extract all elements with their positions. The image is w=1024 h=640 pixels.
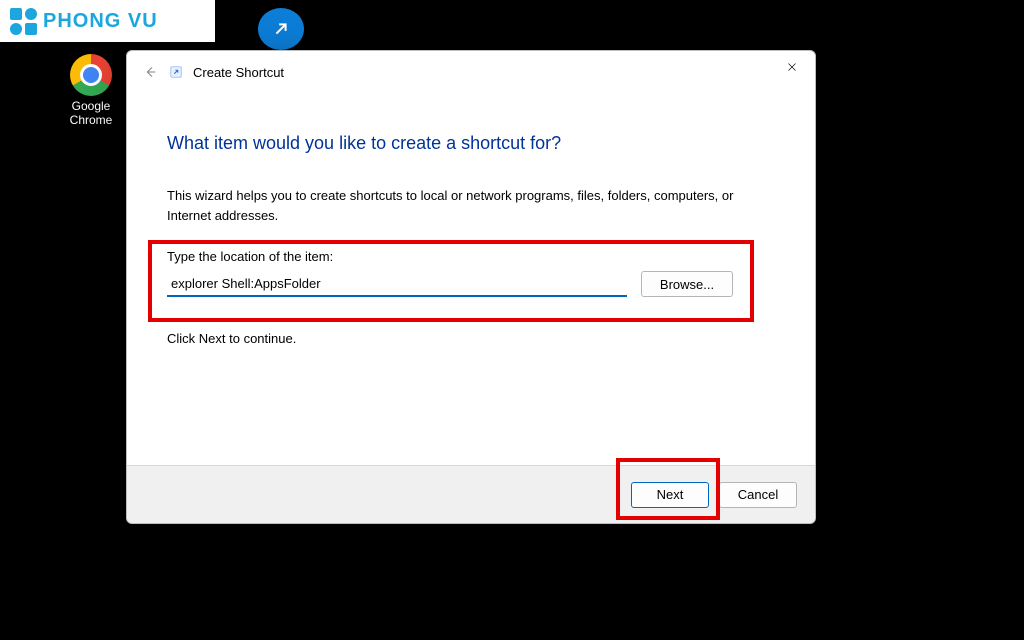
wizard-description: This wizard helps you to create shortcut…	[167, 186, 775, 225]
shortcut-arrow-icon	[258, 8, 304, 50]
close-button[interactable]	[769, 51, 815, 83]
dialog-body: What item would you like to create a sho…	[127, 93, 815, 346]
location-label: Type the location of the item:	[167, 249, 775, 264]
dialog-titlebar: Create Shortcut	[127, 51, 815, 93]
dialog-footer: Next Cancel	[127, 465, 815, 523]
next-button[interactable]: Next	[631, 482, 709, 508]
continue-text: Click Next to continue.	[167, 331, 775, 346]
cancel-button[interactable]: Cancel	[719, 482, 797, 508]
watermark-logo	[10, 8, 37, 35]
watermark-text: PHONG VU	[43, 10, 158, 33]
phongvu-watermark: PHONG VU	[0, 0, 215, 42]
back-icon[interactable]	[139, 61, 161, 83]
create-shortcut-dialog: Create Shortcut What item would you like…	[126, 50, 816, 524]
browse-button[interactable]: Browse...	[641, 271, 733, 297]
dialog-heading: What item would you like to create a sho…	[167, 133, 775, 154]
shortcut-mini-icon	[167, 63, 185, 81]
location-row: Browse...	[167, 271, 775, 297]
dialog-title: Create Shortcut	[193, 65, 284, 80]
desktop-icon-chrome[interactable]: Google Chrome	[56, 54, 126, 128]
chrome-icon	[70, 54, 112, 96]
desktop-icon-label: Google Chrome	[56, 99, 126, 128]
location-input[interactable]	[167, 271, 627, 297]
